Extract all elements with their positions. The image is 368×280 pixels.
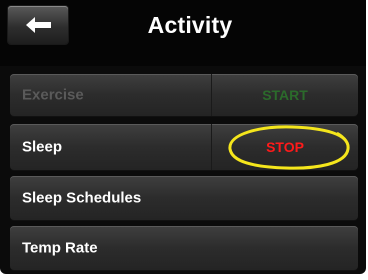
menu-row-label: Sleep Schedules: [22, 189, 142, 207]
screen: Activity Exercise START Sleep STOP Sleep…: [0, 0, 368, 280]
device-display: Activity Exercise START Sleep STOP Sleep…: [0, 0, 366, 274]
menu-row-sleep-schedules[interactable]: Sleep Schedules: [10, 176, 358, 220]
menu-row-exercise: Exercise START: [10, 74, 358, 116]
header-bar: Activity: [0, 0, 366, 66]
stop-button[interactable]: STOP: [211, 124, 358, 170]
left-arrow-icon: [26, 17, 51, 33]
menu-row-label: Exercise: [22, 86, 84, 104]
start-button: START: [211, 74, 358, 116]
page-title: Activity: [147, 12, 233, 38]
menu-row-sleep: Sleep STOP: [10, 124, 358, 170]
back-button[interactable]: [8, 6, 68, 44]
menu-row-temp-rate[interactable]: Temp Rate: [10, 226, 358, 270]
menu-row-label: Temp Rate: [22, 239, 98, 257]
menu-row-label: Sleep: [22, 138, 63, 156]
